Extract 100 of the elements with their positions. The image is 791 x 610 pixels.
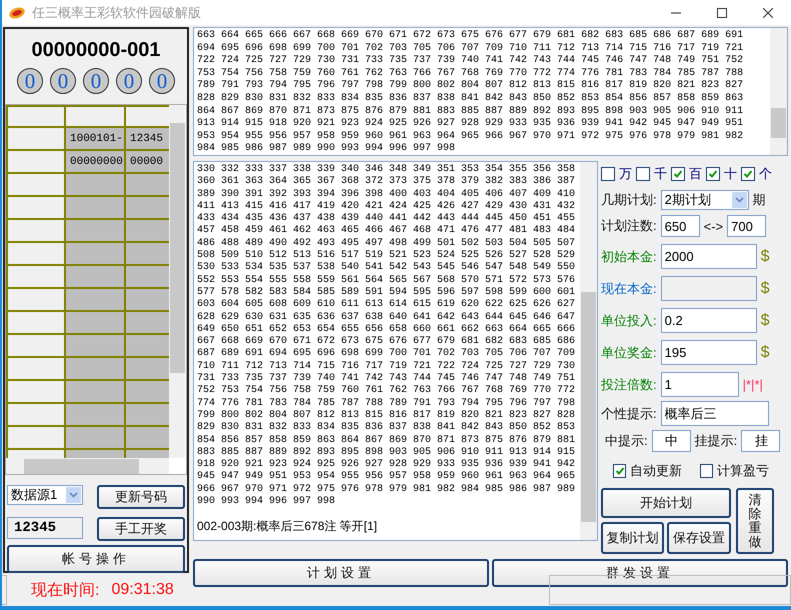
caret-icon [69, 492, 78, 498]
scrollbar-thumb[interactable] [170, 123, 185, 373]
number-line: 486 488 489 490 492 493 495 497 498 499 501 502 503 504 505 507 [197, 238, 576, 250]
horizontal-scrollbar[interactable] [6, 458, 169, 474]
current-time: 09:31:38 [111, 581, 174, 599]
number-ball: 0 [17, 68, 43, 94]
grid-cell: 00000 [126, 151, 169, 172]
number-field[interactable]: 12345 [7, 517, 83, 539]
number-line: 457 458 459 461 462 463 465 466 467 468 471 476 477 481 483 484 [197, 225, 576, 238]
digit-label: 百 [689, 165, 702, 183]
field-label: 初始本金: [601, 248, 657, 266]
checkbox[interactable] [636, 167, 650, 181]
unit-label: $ [760, 344, 770, 362]
source-dropdown[interactable]: 数据源1 [7, 485, 83, 505]
plan-text-area[interactable] [193, 161, 598, 541]
number-line: 628 629 630 631 635 636 637 638 640 641 642 643 644 645 646 647 [197, 312, 576, 324]
field-label: 单位投入: [601, 312, 657, 330]
period-suffix: 期 [752, 191, 766, 209]
update-button[interactable]: 更新号码 [97, 485, 185, 509]
number-line: 752 753 754 756 758 759 760 761 762 763 766 767 768 769 770 772 [197, 385, 576, 398]
option-label: 自动更新 [630, 462, 682, 480]
reset-button[interactable]: 清除重做 [736, 488, 774, 554]
unit-label: $ [760, 280, 770, 298]
account-button[interactable]: 帐号操作 [7, 545, 185, 573]
checkbox[interactable] [613, 464, 626, 478]
checkbox[interactable] [601, 167, 615, 181]
number-line: 984 985 986 987 989 990 993 994 996 997 998 [197, 143, 456, 155]
number-line: 411 413 415 416 417 419 420 421 424 425 426 427 429 430 431 432 [197, 200, 576, 213]
serial-number: 00000000-001 [31, 39, 160, 62]
period-dropdown[interactable]: 2期计划 [660, 190, 749, 210]
number-line: 883 885 887 889 892 893 895 898 903 905 906 910 911 913 914 915 [197, 446, 576, 459]
number-line: 687 689 691 694 695 696 698 699 700 701 702 703 705 706 707 709 [197, 348, 576, 361]
count-from-field[interactable]: 650 [660, 215, 700, 237]
status-panel [2, 575, 7, 605]
time-label: 现在时间: [31, 580, 100, 600]
digit-label: 千 [654, 165, 667, 183]
digit-label: 个 [759, 165, 772, 183]
field-label: 现在本金: [601, 280, 657, 298]
save-button[interactable]: 保存设置 [667, 522, 731, 554]
win-hint-field[interactable]: 中 [652, 430, 691, 452]
number-line: 789 791 793 794 795 796 797 798 799 800 802 804 807 812 813 815 816 817 819 820 821 823 827 [197, 80, 744, 93]
field-label: 中提示: [605, 432, 648, 450]
number-line: 667 668 669 670 671 672 673 675 676 677 679 681 682 683 685 686 [197, 336, 576, 348]
number-ball: 0 [116, 68, 142, 94]
number-line: 913 914 915 918 920 921 923 924 925 926 927 928 929 933 935 936 939 941 942 945 947 949 951 [197, 118, 744, 131]
settings-button[interactable]: 计划设置 [193, 559, 489, 587]
digit-label: 十 [724, 165, 737, 183]
scrollbar-thumb[interactable] [771, 108, 786, 138]
grid-cell: 00000000 [66, 151, 126, 172]
number-line: 360 361 363 364 365 367 368 372 373 375 378 379 382 383 386 387 [197, 176, 576, 189]
maximize-icon [717, 8, 727, 18]
check-icon [673, 169, 683, 179]
number-line: 433 434 435 436 437 438 439 440 441 442 443 444 445 450 451 455 [197, 213, 576, 225]
grid-cell: 12345 [126, 128, 169, 149]
money-field[interactable]: 1 [660, 372, 739, 397]
hint-field[interactable]: 概率后三 [660, 401, 769, 426]
field-label: 单位奖金: [601, 344, 657, 362]
check-icon [614, 466, 624, 476]
field-label: 挂提示: [694, 432, 738, 450]
number-line: 508 509 510 512 513 516 517 519 521 523 524 525 526 527 528 529 [197, 250, 576, 262]
checkbox[interactable] [706, 167, 720, 181]
number-line: 828 829 830 831 832 833 834 835 836 837 838 841 842 843 850 852 853 854 856 857 858 859 863 [197, 92, 744, 106]
close-icon [763, 8, 773, 18]
number-line: 389 390 391 392 393 394 396 398 400 403 404 405 406 407 409 410 [197, 188, 576, 201]
checkbox[interactable] [741, 167, 755, 181]
number-line: 990 993 994 996 997 998 [197, 496, 336, 508]
number-line: 966 967 970 971 972 975 976 978 979 981 982 984 985 986 987 989 [197, 484, 576, 496]
number-line: 530 533 534 535 537 538 540 541 542 543 545 546 547 548 549 550 [197, 262, 576, 275]
number-line: 330 332 333 337 338 339 340 346 348 349 351 353 354 355 356 358 [197, 164, 576, 176]
start-button[interactable]: 开始计划 [601, 488, 731, 518]
money-field[interactable] [660, 276, 757, 301]
number-text-area[interactable] [193, 27, 788, 156]
number-line: 710 711 712 713 714 715 716 717 719 721 722 724 725 727 729 730 [197, 360, 576, 373]
scrollbar-thumb[interactable] [24, 459, 139, 474]
number-line: 694 695 696 698 699 700 701 702 703 705 706 707 709 710 711 712 713 714 715 716 717 719 721 [197, 42, 744, 55]
vertical-scrollbar[interactable] [580, 162, 597, 540]
unit-label: |*|*| [742, 377, 763, 392]
number-line: 799 800 802 804 807 812 813 815 816 817 819 820 821 823 827 828 [197, 410, 576, 422]
field-label: 计划注数: [601, 217, 657, 235]
plan-result: 002-003期:概率后三678注 等开[1] [197, 520, 378, 533]
count-to-field[interactable]: 700 [727, 215, 766, 237]
field-label: 投注倍数: [601, 376, 657, 394]
money-field[interactable]: 2000 [660, 244, 757, 269]
copy-button[interactable]: 复制计划 [601, 522, 664, 554]
money-field[interactable]: 0.2 [660, 308, 757, 333]
number-line: 953 954 955 956 957 958 959 960 961 963 964 965 966 967 970 971 972 975 976 978 979 981 982 [197, 130, 744, 143]
vertical-scrollbar[interactable] [169, 105, 185, 458]
money-field[interactable]: 195 [660, 340, 757, 365]
lose-hint-field[interactable]: 挂 [741, 430, 780, 452]
field-label: 个性提示: [601, 404, 657, 422]
number-line: 649 650 651 652 653 654 655 656 658 660 661 662 663 664 665 666 [197, 324, 576, 336]
draw-button[interactable]: 手工开奖 [97, 517, 185, 541]
number-line: 774 776 781 783 784 785 787 788 789 791 793 794 795 796 797 798 [197, 398, 576, 410]
digit-label: 万 [619, 165, 632, 183]
checkbox[interactable] [700, 464, 713, 478]
range-separator: <-> [704, 218, 724, 234]
vertical-scrollbar[interactable] [770, 28, 787, 155]
scrollbar-thumb[interactable] [581, 292, 596, 522]
checkbox[interactable] [671, 167, 685, 181]
app-logo-icon [8, 6, 26, 20]
